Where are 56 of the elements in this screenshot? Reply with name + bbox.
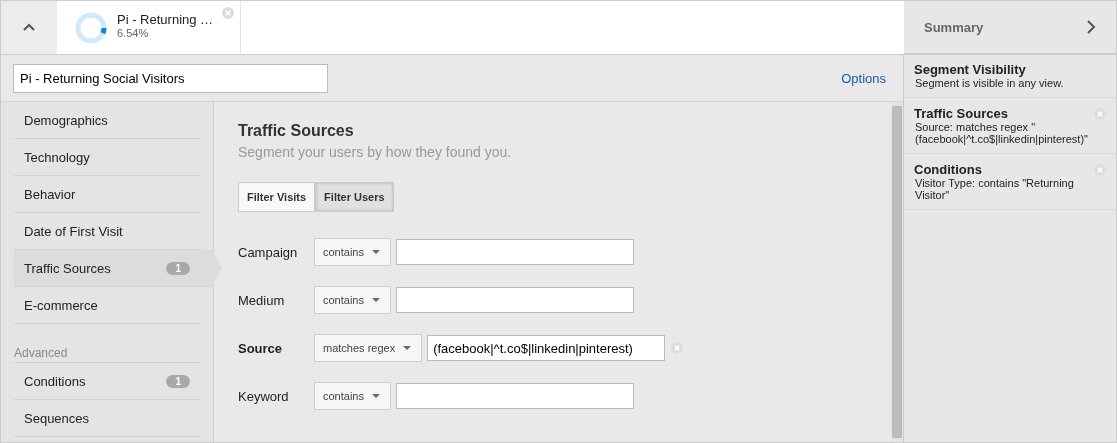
remove-icon (1094, 163, 1106, 176)
remove-icon (222, 7, 234, 19)
chevron-right-icon[interactable] (1087, 20, 1096, 34)
summary-item-text: Visitor Type: contains "Returning Visitor" (914, 177, 1075, 201)
segment-name-field[interactable]: Pi - Returning Social Visitors (13, 63, 328, 93)
value-field[interactable] (396, 239, 634, 265)
value-field[interactable]: (facebook|^t.co$|linkedin|pinterest) (427, 335, 666, 361)
sidebar-item-label: Behavior (24, 186, 77, 202)
operator-dropdown[interactable]: contains (314, 238, 391, 266)
collapse-icon[interactable] (23, 23, 35, 32)
sidebar-item[interactable]: Technology (14, 139, 200, 176)
summary-item-text: Segment is visible in any view. (914, 77, 1065, 89)
operator-dropdown[interactable]: contains (314, 382, 391, 410)
sidebar-item-label: Date of First Visit (24, 223, 124, 239)
summary-item-title: Traffic Sources (914, 106, 1008, 121)
segment-card[interactable]: Pi - Returning … 6.54% (57, 1, 241, 54)
sidebar-item-label: Demographics (24, 112, 109, 128)
segment-share: 6.54% (117, 27, 150, 39)
remove-icon (671, 342, 684, 354)
sidebar-item[interactable]: Conditions 1 (14, 363, 200, 400)
section-subtitle: Segment your users by how they found you. (238, 144, 513, 160)
sidebar-item-label: Sequences (24, 410, 91, 426)
remove-icon (1094, 107, 1106, 120)
sidebar-item[interactable]: Behavior (14, 176, 200, 213)
caret-icon (403, 346, 412, 350)
sidebar-item[interactable]: Sequences (14, 400, 200, 437)
sidebar-item-label: Conditions (24, 373, 87, 389)
sidebar-item[interactable]: Demographics (14, 102, 200, 139)
sidebar-item-label: Technology (24, 149, 91, 165)
sidebar-item-label: Traffic Sources (24, 260, 112, 276)
filter-label: Medium (238, 292, 286, 308)
value-field[interactable] (396, 383, 634, 409)
filter-tab[interactable]: Filter Users (315, 182, 394, 212)
count-badge: 1 (166, 374, 190, 388)
filter-label: Campaign (238, 244, 299, 260)
value-field[interactable] (396, 287, 634, 313)
sidebar-item[interactable]: E-commerce (14, 287, 200, 324)
filter-label: Source (238, 340, 284, 356)
options-link[interactable]: Options (841, 70, 886, 86)
summary-item-title: Segment Visibility (914, 62, 1026, 77)
count-badge: 1 (166, 261, 190, 275)
operator-dropdown[interactable]: matches regex (314, 334, 423, 362)
segment-name: Pi - Returning … (117, 12, 215, 27)
filter-label: Keyword (238, 388, 290, 404)
section-title: Traffic Sources (238, 122, 355, 140)
caret-icon (372, 298, 380, 302)
section-heading: Advanced (14, 346, 200, 363)
filter-tab[interactable]: Filter Visits (238, 182, 316, 212)
caret-icon (372, 250, 380, 254)
caret-icon (372, 394, 380, 398)
summary-item-text: Source: matches regex "(facebook|^t.co$|linkedin|pinterest)" (914, 121, 1089, 145)
scrollbar[interactable] (892, 106, 902, 438)
sidebar-item-label: E-commerce (24, 297, 99, 313)
summary-title: Summary (924, 19, 984, 35)
operator-dropdown[interactable]: contains (314, 286, 391, 314)
summary-item-title: Conditions (914, 162, 982, 177)
